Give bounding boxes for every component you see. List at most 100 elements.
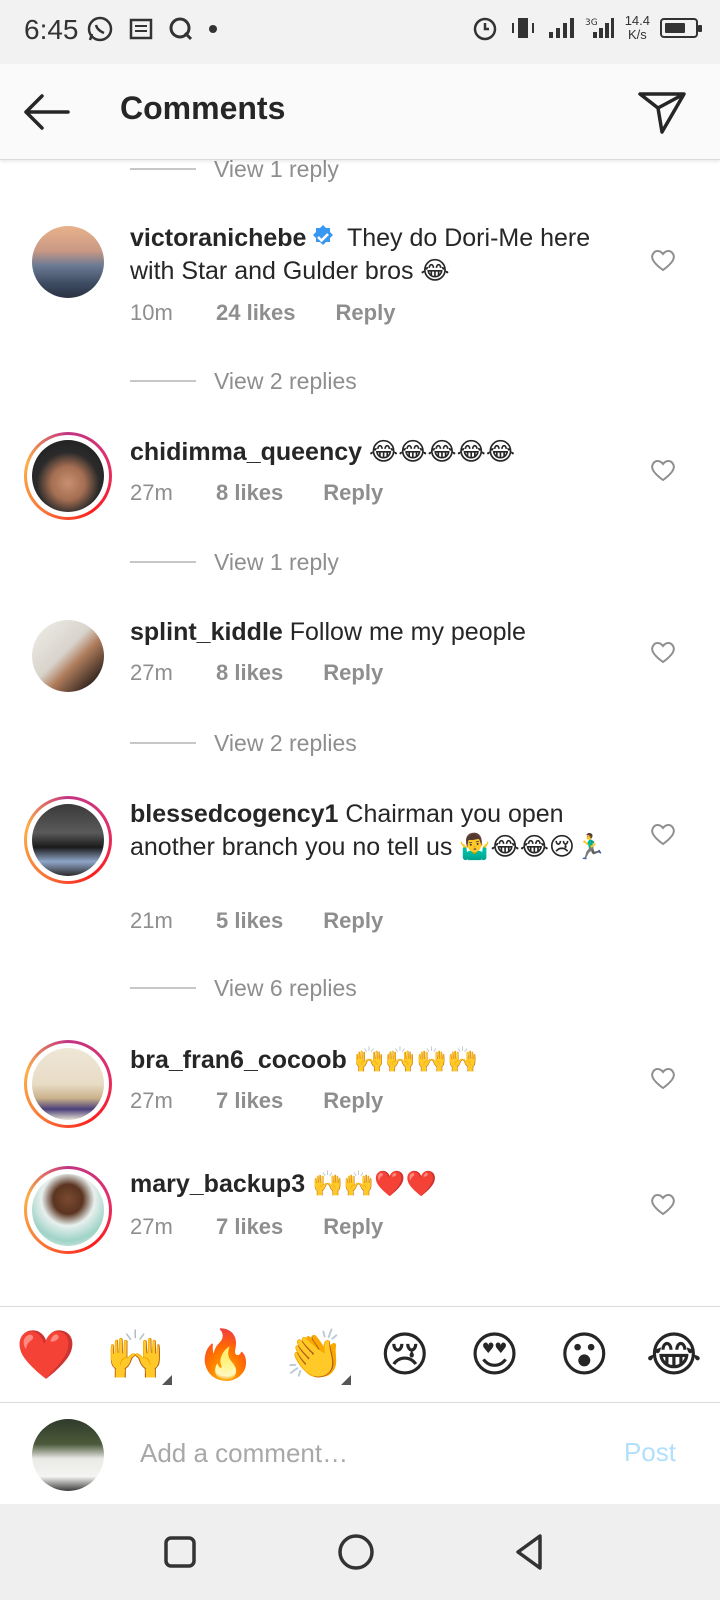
vibrate-icon <box>511 18 534 38</box>
view-replies-link[interactable]: View 2 replies <box>130 727 357 759</box>
reply-button[interactable]: Reply <box>323 1214 383 1240</box>
clap-emoji-button[interactable]: 👏 <box>285 1325 352 1385</box>
view-replies-link[interactable]: View 1 reply <box>130 546 339 578</box>
avatar[interactable] <box>24 432 112 520</box>
network-speed-unit: K/s <box>627 27 647 42</box>
comment-body: splint_kiddle Follow me my people <box>130 616 630 649</box>
signal-icon <box>548 18 574 38</box>
battery-icon <box>660 18 702 38</box>
raised-hands-emoji: 🙌 <box>105 1326 166 1383</box>
like-heart-icon[interactable] <box>650 640 676 664</box>
comments-list[interactable]: View 1 reply victoranichebe They do Dori… <box>0 160 720 1306</box>
comment-time: 27m <box>130 1088 173 1113</box>
comment-meta: 10m 24 likes Reply <box>130 300 395 326</box>
comment-likes[interactable]: 5 likes <box>216 908 283 934</box>
news-icon <box>129 18 153 40</box>
comment-time: 21m <box>130 908 173 933</box>
my-avatar <box>32 1419 104 1491</box>
avatar-image <box>32 1048 104 1120</box>
home-circle-icon[interactable] <box>334 1530 378 1574</box>
comment-likes[interactable]: 7 likes <box>216 1088 283 1114</box>
comment-body: blessedcogency1 Chairman you open anothe… <box>130 798 630 864</box>
comment-text: 🙌🙌🙌🙌 <box>346 1046 479 1074</box>
comment-time: 27m <box>130 660 173 685</box>
signal-3g-icon: 3G <box>585 18 614 38</box>
view-replies-label: View 6 replies <box>214 974 357 1001</box>
comment-likes[interactable]: 24 likes <box>216 300 296 326</box>
share-send-icon[interactable] <box>636 86 688 138</box>
comment-likes[interactable]: 8 likes <box>216 480 283 506</box>
comment-body: victoranichebe They do Dori-Me here with… <box>130 222 630 288</box>
comment-meta: 27m 8 likes Reply <box>130 480 383 506</box>
back-arrow-icon[interactable] <box>20 88 72 136</box>
reply-button[interactable]: Reply <box>336 300 396 326</box>
svg-text:3G: 3G <box>585 18 598 28</box>
back-triangle-icon[interactable] <box>508 1530 552 1574</box>
comment-body: bra_fran6_cocoob 🙌🙌🙌🙌 <box>130 1044 630 1077</box>
avatar[interactable] <box>24 222 112 310</box>
view-replies-link[interactable]: View 1 reply <box>130 160 339 185</box>
comment-text: Follow me my people <box>282 618 526 646</box>
comment-username[interactable]: mary_backup3 <box>130 1170 305 1198</box>
like-heart-icon[interactable] <box>650 1192 676 1216</box>
heart-emoji-button[interactable]: ❤️ <box>16 1325 76 1385</box>
avatar[interactable] <box>24 1040 112 1128</box>
fire-emoji-button[interactable]: 🔥 <box>195 1325 256 1385</box>
comment-time: 27m <box>130 1214 173 1239</box>
avatar-image <box>32 804 104 876</box>
reply-button[interactable]: Reply <box>323 660 383 686</box>
comment-input[interactable] <box>140 1433 580 1473</box>
crying-emoji-button[interactable]: 😢 <box>375 1325 435 1385</box>
view-replies-label: View 2 replies <box>214 729 357 756</box>
comment-username[interactable]: bra_fran6_cocoob <box>130 1046 347 1074</box>
comment-meta: 21m 5 likes Reply <box>130 908 383 934</box>
heart-eyes-emoji-button[interactable]: 😍 <box>465 1325 525 1385</box>
comment-body: chidimma_queency 😂😂😂😂😂 <box>130 436 630 469</box>
reply-button[interactable]: Reply <box>323 1088 383 1114</box>
notification-icons <box>86 15 218 43</box>
status-bar: 6:45 3G 14.4 K/s <box>0 0 720 64</box>
network-speed-value: 14.4 <box>624 13 650 28</box>
recents-square-icon[interactable] <box>158 1530 202 1574</box>
laughing-emoji-button[interactable]: 😂 <box>644 1325 704 1385</box>
clap-emoji: 👏 <box>285 1326 345 1383</box>
comment-likes[interactable]: 8 likes <box>216 660 283 686</box>
avatar[interactable] <box>24 796 112 884</box>
battery-level <box>665 23 685 33</box>
skin-tone-indicator <box>161 1374 172 1385</box>
view-replies-line <box>130 168 196 170</box>
like-heart-icon[interactable] <box>650 1066 676 1090</box>
view-replies-line <box>130 987 196 989</box>
view-replies-label: View 2 replies <box>214 367 357 394</box>
status-time: 6:45 <box>24 14 79 45</box>
avatar-image <box>32 440 104 512</box>
like-heart-icon[interactable] <box>650 458 676 482</box>
like-heart-icon[interactable] <box>650 822 676 846</box>
q-app-icon <box>169 17 193 41</box>
comment-meta: 27m 7 likes Reply <box>130 1214 383 1240</box>
comments-header: Comments <box>0 64 720 160</box>
surprised-emoji-button[interactable]: 😮 <box>554 1325 614 1385</box>
view-replies-link[interactable]: View 6 replies <box>130 972 357 1004</box>
alarm-icon <box>473 17 496 41</box>
comment-username[interactable]: chidimma_queency <box>130 438 362 466</box>
reply-button[interactable]: Reply <box>323 908 383 934</box>
view-replies-link[interactable]: View 2 replies <box>130 365 357 397</box>
dot-icon <box>209 25 217 33</box>
comment-username[interactable]: victoranichebe <box>130 224 306 252</box>
reply-button[interactable]: Reply <box>323 480 383 506</box>
comment-likes[interactable]: 7 likes <box>216 1214 283 1240</box>
raised-hands-emoji-button[interactable]: 🙌 <box>105 1325 172 1385</box>
comment-body: mary_backup3 🙌🙌❤️❤️ <box>130 1168 630 1201</box>
comment-username[interactable]: splint_kiddle <box>130 618 283 646</box>
comment-composer: Post <box>0 1402 720 1504</box>
avatar-image <box>32 1174 104 1246</box>
comment-username[interactable]: blessedcogency1 <box>130 800 338 828</box>
avatar[interactable] <box>24 616 112 704</box>
post-button[interactable]: Post <box>624 1437 676 1468</box>
skin-tone-indicator <box>341 1374 352 1385</box>
like-heart-icon[interactable] <box>650 248 676 272</box>
avatar-image <box>32 226 104 298</box>
avatar[interactable] <box>24 1166 112 1254</box>
view-replies-label: View 1 reply <box>214 160 339 182</box>
